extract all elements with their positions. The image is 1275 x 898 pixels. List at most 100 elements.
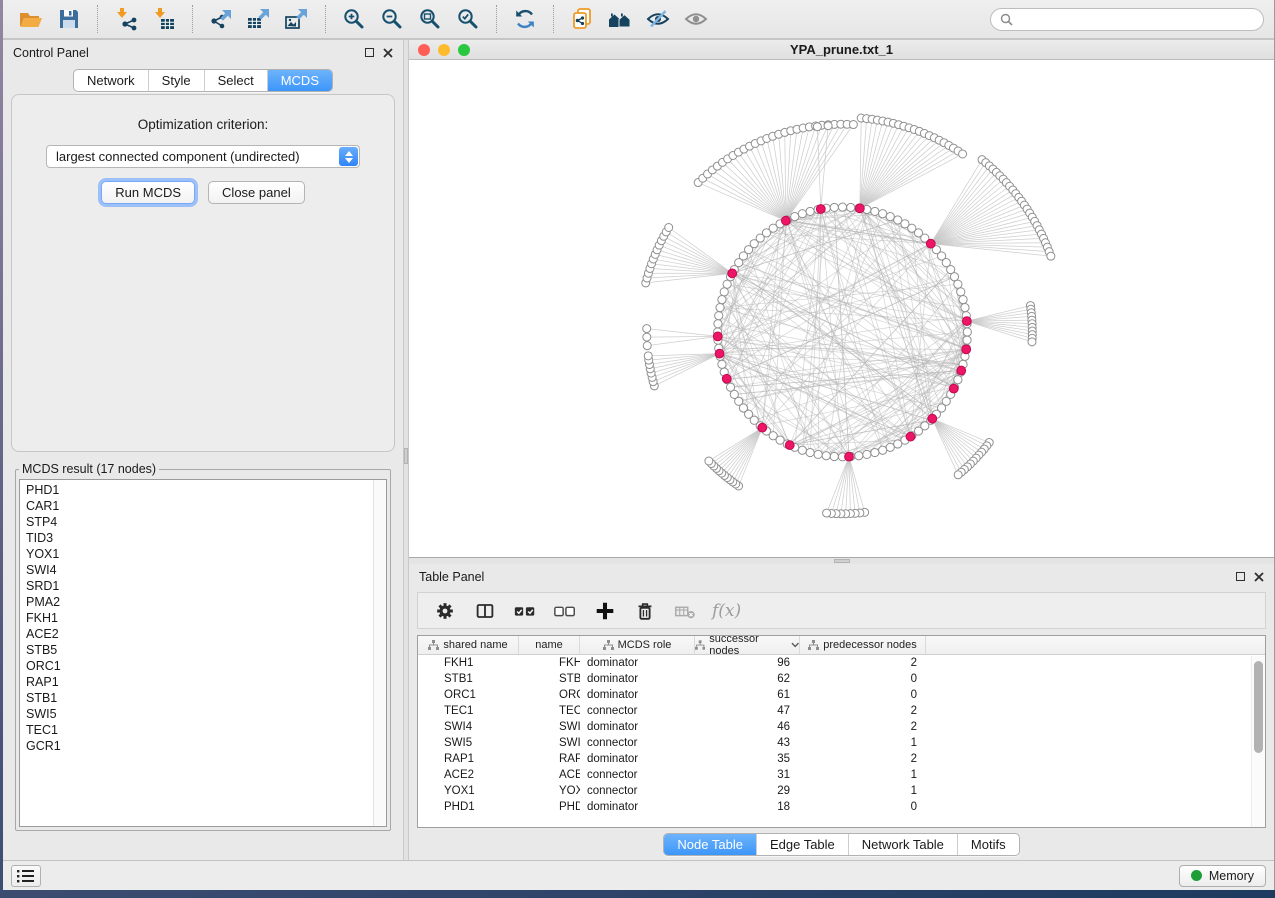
import-table-button[interactable]	[146, 3, 182, 35]
float-panel-icon[interactable]	[1236, 572, 1245, 581]
network-node[interactable]	[871, 207, 879, 215]
control-panel-tab[interactable]: Network	[74, 70, 148, 91]
network-node[interactable]	[806, 207, 814, 215]
satellite-node[interactable]	[643, 325, 651, 333]
select-all-columns-button[interactable]	[510, 597, 540, 625]
satellite-node[interactable]	[644, 352, 652, 360]
mcds-result-item[interactable]: PMA2	[26, 594, 372, 610]
satellite-node[interactable]	[824, 122, 832, 130]
network-node[interactable]	[879, 446, 887, 454]
column-header-successor-nodes[interactable]: successor nodes	[695, 636, 800, 654]
table-row[interactable]: RAP1RAP1dominator352	[418, 751, 1265, 767]
column-header-MCDS-role[interactable]: MCDS role	[580, 636, 695, 654]
network-node[interactable]	[886, 443, 894, 451]
column-browser-button[interactable]	[470, 597, 500, 625]
table-row[interactable]: ORC1ORC1dominator610	[418, 687, 1265, 703]
network-node[interactable]	[830, 203, 838, 211]
satellite-node[interactable]	[959, 150, 967, 158]
satellite-node[interactable]	[954, 471, 962, 479]
list-scrollbar[interactable]	[373, 480, 386, 826]
mcds-result-item[interactable]: SWI5	[26, 706, 372, 722]
mcds-node[interactable]	[962, 317, 971, 326]
table-row[interactable]: PHD1PHD1dominator180	[418, 799, 1265, 815]
network-node[interactable]	[954, 376, 962, 384]
copy-network-button[interactable]	[564, 3, 600, 35]
zoom-fit-button[interactable]	[412, 3, 448, 35]
mcds-node[interactable]	[926, 239, 935, 248]
mcds-result-item[interactable]: TID3	[26, 530, 372, 546]
control-panel-tab[interactable]: Style	[148, 70, 204, 91]
network-node[interactable]	[822, 452, 830, 460]
mcds-node[interactable]	[713, 332, 722, 341]
table-row[interactable]: TEC1TEC1connector472	[418, 703, 1265, 719]
network-node[interactable]	[950, 273, 958, 281]
satellite-node[interactable]	[705, 457, 713, 465]
mcds-result-item[interactable]: ORC1	[26, 658, 372, 674]
export-table-button[interactable]	[241, 3, 277, 35]
network-node[interactable]	[830, 452, 838, 460]
network-node[interactable]	[871, 448, 879, 456]
close-window-icon[interactable]	[418, 44, 430, 56]
mcds-node[interactable]	[855, 204, 864, 213]
network-node[interactable]	[886, 213, 894, 221]
mcds-result-item[interactable]: STP4	[26, 514, 372, 530]
mcds-node[interactable]	[962, 345, 971, 354]
close-panel-icon[interactable]	[1254, 572, 1264, 582]
column-header-predecessor-nodes[interactable]: predecessor nodes	[800, 636, 926, 654]
create-column-button[interactable]	[590, 597, 620, 625]
table-row[interactable]: ACE2ACE2connector311	[418, 767, 1265, 783]
delete-column-button[interactable]	[630, 597, 660, 625]
mcds-result-item[interactable]: YOX1	[26, 546, 372, 562]
mcds-result-item[interactable]: STB5	[26, 642, 372, 658]
mcds-result-item[interactable]: PHD1	[26, 482, 372, 498]
table-tab[interactable]: Network Table	[848, 834, 957, 855]
mcds-node[interactable]	[845, 452, 854, 461]
network-node[interactable]	[847, 203, 855, 211]
satellite-node[interactable]	[823, 509, 831, 517]
network-node[interactable]	[720, 288, 728, 296]
close-panel-icon[interactable]	[383, 48, 393, 58]
mcds-result-item[interactable]: STB1	[26, 690, 372, 706]
show-all-button[interactable]	[678, 3, 714, 35]
network-node[interactable]	[716, 304, 724, 312]
network-node[interactable]	[879, 210, 887, 218]
satellite-node[interactable]	[643, 342, 651, 350]
table-settings-button[interactable]	[430, 597, 460, 625]
run-mcds-button[interactable]: Run MCDS	[101, 181, 195, 204]
network-node[interactable]	[726, 383, 734, 391]
import-network-button[interactable]	[108, 3, 144, 35]
network-node[interactable]	[798, 446, 806, 454]
satellite-node[interactable]	[643, 333, 651, 341]
network-canvas[interactable]	[409, 60, 1274, 557]
deselect-all-columns-button[interactable]	[550, 597, 580, 625]
network-node[interactable]	[963, 328, 971, 336]
houses-button[interactable]	[602, 3, 638, 35]
search-field[interactable]	[990, 8, 1264, 31]
network-node[interactable]	[855, 452, 863, 460]
satellite-node[interactable]	[849, 121, 857, 129]
mcds-result-item[interactable]: SRD1	[26, 578, 372, 594]
minimize-window-icon[interactable]	[438, 44, 450, 56]
table-row[interactable]: SWI5SWI5connector431	[418, 735, 1265, 751]
mcds-node[interactable]	[728, 269, 737, 278]
satellite-node[interactable]	[665, 223, 673, 231]
mcds-node[interactable]	[781, 216, 790, 225]
criterion-select[interactable]: largest connected component (undirected)	[46, 145, 360, 168]
mcds-node[interactable]	[949, 384, 958, 393]
table-scrollbar[interactable]	[1251, 656, 1265, 827]
network-node[interactable]	[714, 320, 722, 328]
satellite-node[interactable]	[1047, 252, 1055, 260]
table-row[interactable]: FKH1FKH1dominator962	[418, 655, 1265, 671]
zoom-in-button[interactable]	[336, 3, 372, 35]
mcds-node[interactable]	[715, 349, 724, 358]
network-node[interactable]	[963, 336, 971, 344]
task-history-button[interactable]	[11, 865, 41, 887]
network-node[interactable]	[806, 448, 814, 456]
control-panel-tab[interactable]: Select	[204, 70, 267, 91]
mcds-result-item[interactable]: TEC1	[26, 722, 372, 738]
splitter-grip[interactable]	[404, 448, 408, 464]
column-header-shared-name[interactable]: shared name	[418, 636, 519, 654]
mcds-node[interactable]	[722, 374, 731, 383]
mcds-result-item[interactable]: CAR1	[26, 498, 372, 514]
mcds-node[interactable]	[758, 423, 767, 432]
